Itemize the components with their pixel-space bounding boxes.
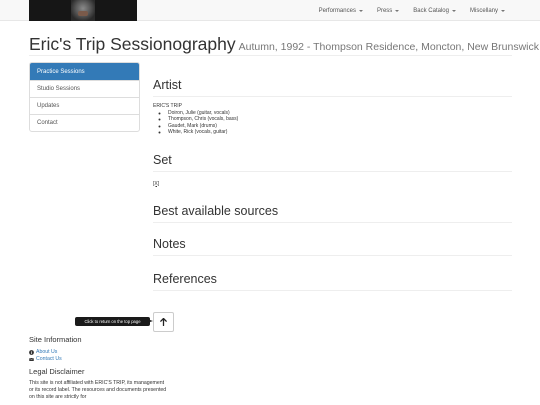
back-to-top-tooltip: Click to return on the top page <box>75 317 153 326</box>
caret-down-icon <box>501 9 505 12</box>
main-content: Artist ERIC'S TRIP Doiron, Julie (guitar… <box>153 78 512 291</box>
page-subtitle: Autumn, 1992 - Thompson Residence, Monct… <box>238 41 539 53</box>
nav-back-catalog-label: Back Catalog <box>413 7 449 14</box>
sidebar-nav: Practice Sessions Studio Sessions Update… <box>29 62 140 132</box>
caret-down-icon <box>451 9 456 12</box>
nav-menu: Performances Press Back Catalog Miscella… <box>312 0 512 21</box>
section-divider <box>153 221 512 223</box>
arrow-up-icon <box>160 318 167 326</box>
page-title: Eric's Trip Sessionography <box>29 34 236 54</box>
back-to-top-button[interactable] <box>153 312 174 332</box>
sources-heading: Best available sources <box>153 203 279 218</box>
set-link[interactable]: [X] <box>153 181 159 187</box>
nav-back-catalog-dropdown[interactable]: Back Catalog <box>406 0 463 21</box>
contact-us-link[interactable]: Contact Us <box>29 356 169 362</box>
artist-heading: Artist <box>153 78 182 92</box>
sidebar-item-updates[interactable]: Updates <box>30 97 139 114</box>
sidebar-item-studio-sessions[interactable]: Studio Sessions <box>30 80 139 97</box>
artist-section: Artist ERIC'S TRIP Doiron, Julie (guitar… <box>153 78 512 136</box>
section-divider <box>153 254 512 256</box>
references-heading: References <box>153 271 217 286</box>
page-header: Eric's Trip Sessionography Autumn, 1992 -… <box>29 34 539 55</box>
set-heading: Set <box>153 152 172 167</box>
band-photo-icon <box>71 0 95 21</box>
caret-down-icon <box>358 9 363 12</box>
about-us-label: About Us <box>36 349 58 355</box>
envelope-icon <box>29 357 34 361</box>
member-item: White, Rick (vocals, guitar) <box>168 129 512 136</box>
notes-heading: Notes <box>153 236 186 251</box>
legal-heading: Legal Disclaimer <box>29 367 85 376</box>
nav-miscellany-label: Miscellany <box>469 7 498 14</box>
about-us-link[interactable]: About Us <box>29 349 169 355</box>
nav-press-dropdown[interactable]: Press <box>370 0 406 21</box>
info-icon <box>29 349 34 355</box>
site-info-heading: Site Information <box>29 335 82 344</box>
footer: Site Information About Us Contact Us Leg… <box>29 335 169 401</box>
references-section: References <box>153 272 512 291</box>
sidebar-item-practice-sessions[interactable]: Practice Sessions <box>30 63 139 80</box>
notes-section: Notes <box>153 237 512 256</box>
section-divider <box>153 96 512 97</box>
nav-performances-label: Performances <box>318 7 356 14</box>
section-divider <box>153 289 512 291</box>
sidebar-item-contact[interactable]: Contact <box>30 114 139 131</box>
nav-press-label: Press <box>376 7 393 14</box>
nav-miscellany-dropdown[interactable]: Miscellany <box>463 0 512 21</box>
brand-logo[interactable] <box>29 0 137 21</box>
artist-block: ERIC'S TRIP Doiron, Julie (guitar, vocal… <box>153 103 512 136</box>
navbar: Performances Press Back Catalog Miscella… <box>0 0 540 21</box>
header-divider <box>29 55 512 56</box>
disclaimer-text: This site is not affiliated with ERIC'S … <box>29 380 167 400</box>
contact-us-label: Contact Us <box>36 356 62 362</box>
section-divider <box>153 170 512 172</box>
caret-down-icon <box>395 9 400 12</box>
sources-section: Best available sources <box>153 204 512 223</box>
member-list: Doiron, Julie (guitar, vocals) Thompson,… <box>168 110 512 136</box>
nav-performances-dropdown[interactable]: Performances <box>312 0 370 21</box>
set-section: Set [X] <box>153 153 512 190</box>
